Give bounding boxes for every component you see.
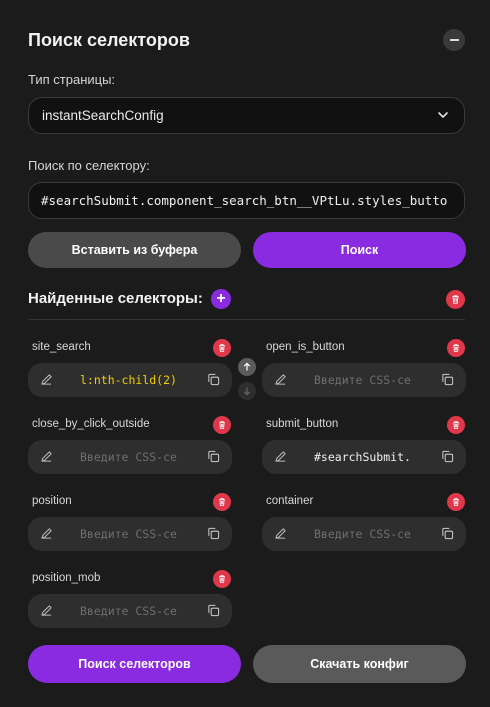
field-label-close-by-click-outside: close_by_click_outside [32,418,150,430]
page-type-value: instantSearchConfig [42,108,164,123]
page-type-select[interactable]: instantSearchConfig [28,97,465,134]
position-field[interactable]: Введите CSS-се [28,517,232,551]
pencil-icon[interactable] [274,373,287,386]
pencil-icon[interactable] [274,450,287,463]
plus-icon: + [216,290,226,307]
trash-icon [453,498,459,506]
search-button[interactable]: Поиск [253,232,466,268]
delete-site-search-button[interactable] [213,339,231,357]
paste-from-clipboard-button[interactable]: Вставить из буфера [28,232,241,268]
pencil-icon[interactable] [40,604,53,617]
delete-all-button[interactable] [446,290,465,309]
delete-container-button[interactable] [447,493,465,511]
trash-icon [453,344,459,352]
field-label-container: container [266,495,314,507]
close-by-click-outside-placeholder[interactable]: Введите CSS-се [80,440,202,474]
field-label-position-mob: position_mob [32,572,101,584]
copy-icon[interactable] [441,450,454,463]
selector-search-label: Поиск по селектору: [28,158,150,173]
download-config-button[interactable]: Скачать конфиг [253,645,466,683]
minus-icon [449,39,459,41]
site-search-field[interactable]: l:nth-child(2) [28,363,232,397]
selector-search-input[interactable]: #searchSubmit.component_search_btn__VPtL… [28,182,465,219]
move-down-button[interactable] [238,382,256,400]
trash-icon [219,575,225,583]
submit-button-value[interactable]: #searchSubmit. [314,440,436,474]
copy-icon[interactable] [207,604,220,617]
position-mob-placeholder[interactable]: Введите CSS-се [80,594,202,628]
container-placeholder[interactable]: Введите CSS-се [314,517,436,551]
delete-position-mob-button[interactable] [213,570,231,588]
field-label-submit-button: submit_button [266,418,339,430]
trash-icon [219,344,225,352]
pencil-icon[interactable] [40,527,53,540]
position-placeholder[interactable]: Введите CSS-се [80,517,202,551]
trash-icon [219,498,225,506]
submit-button-field[interactable]: #searchSubmit. [262,440,466,474]
add-selector-button[interactable]: + [211,289,231,309]
delete-open-is-button-button[interactable] [447,339,465,357]
trash-icon [452,295,459,304]
trash-icon [453,421,459,429]
copy-icon[interactable] [207,527,220,540]
arrow-down-icon [243,387,251,396]
selector-search-value: #searchSubmit.component_search_btn__VPtL… [41,193,448,208]
position-mob-field[interactable]: Введите CSS-се [28,594,232,628]
field-label-site-search: site_search [32,341,91,353]
chevron-down-icon [438,112,448,118]
find-selectors-button[interactable]: Поиск селекторов [28,645,241,683]
container-field[interactable]: Введите CSS-се [262,517,466,551]
trash-icon [219,421,225,429]
copy-icon[interactable] [441,373,454,386]
delete-position-button[interactable] [213,493,231,511]
arrow-up-icon [243,362,251,371]
delete-close-by-click-outside-button[interactable] [213,416,231,434]
copy-icon[interactable] [207,450,220,463]
open-is-button-placeholder[interactable]: Введите CSS-се [314,363,436,397]
page-title: Поиск селекторов [28,30,190,50]
collapse-button[interactable] [443,29,465,51]
field-label-open-is-button: open_is_button [266,341,345,353]
copy-icon[interactable] [207,373,220,386]
divider [28,319,465,320]
site-search-value[interactable]: l:nth-child(2) [80,363,202,397]
close-by-click-outside-field[interactable]: Введите CSS-се [28,440,232,474]
copy-icon[interactable] [441,527,454,540]
found-selectors-title: Найденные селекторы: [28,290,203,307]
field-label-position: position [32,495,72,507]
open-is-button-field[interactable]: Введите CSS-се [262,363,466,397]
pencil-icon[interactable] [274,527,287,540]
page-type-label: Тип страницы: [28,72,116,87]
pencil-icon[interactable] [40,373,53,386]
move-up-button[interactable] [238,358,256,376]
pencil-icon[interactable] [40,450,53,463]
delete-submit-button-button[interactable] [447,416,465,434]
